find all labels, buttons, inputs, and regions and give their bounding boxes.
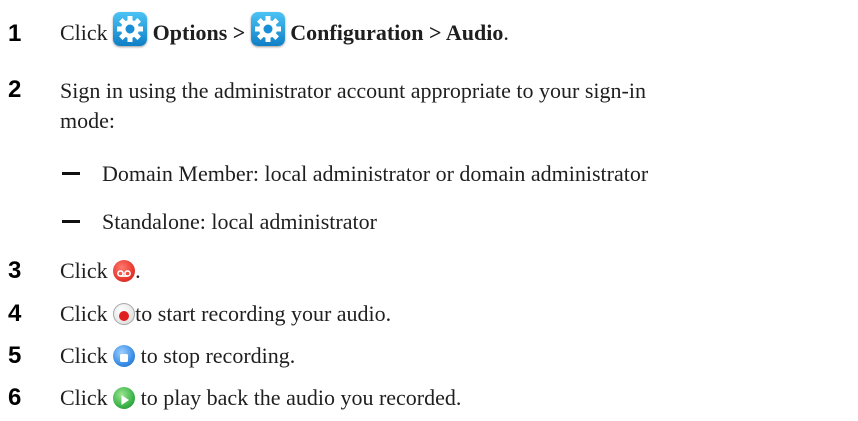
- record-icon[interactable]: [113, 302, 136, 325]
- click-word: Click: [60, 343, 108, 368]
- step-text-line-1: Sign in using the administrator account …: [60, 78, 646, 103]
- step-number: 3: [8, 257, 22, 284]
- step-number: 4: [8, 300, 22, 327]
- gear-icon[interactable]: [113, 11, 148, 46]
- step-action-text: to play back the audio you recorded.: [135, 385, 462, 410]
- click-word: Click: [60, 301, 108, 326]
- gear-icon[interactable]: [250, 11, 285, 46]
- step-number: 5: [8, 342, 22, 369]
- step-number: 1: [8, 20, 22, 47]
- stop-icon[interactable]: [113, 344, 136, 367]
- dash-bullet: [62, 220, 80, 224]
- step-text: Click to start recording your audio.: [60, 297, 391, 331]
- bullet-text: Standalone: local administrator: [102, 209, 377, 234]
- play-icon[interactable]: [113, 386, 136, 409]
- period: .: [503, 20, 509, 45]
- options-menu-label: Options >: [152, 20, 246, 45]
- dash-bullet: [62, 172, 80, 176]
- voicemail-icon[interactable]: [113, 259, 136, 282]
- bullet-item: Domain Member: local administrator or do…: [62, 159, 648, 189]
- step-number: 6: [8, 384, 22, 411]
- click-word: Click: [60, 258, 108, 283]
- step-text-line-2: mode:: [60, 108, 115, 133]
- step-number: 2: [8, 76, 22, 103]
- click-word: Click: [60, 20, 108, 45]
- step-action-text: to start recording your audio.: [135, 301, 392, 326]
- bullet-item: Standalone: local administrator: [62, 207, 377, 237]
- period: .: [135, 258, 141, 283]
- step-text: Click to stop recording.: [60, 339, 295, 373]
- step-action-text: to stop recording.: [135, 343, 296, 368]
- step-text: Click to play back the audio you recorde…: [60, 381, 461, 415]
- bullet-text: Domain Member: local administrator or do…: [102, 161, 649, 186]
- step-text: Click Options > Configuration > Audio.: [60, 11, 509, 52]
- configuration-audio-label: Configuration > Audio: [290, 20, 504, 45]
- click-word: Click: [60, 385, 108, 410]
- step-text: Click .: [60, 254, 141, 288]
